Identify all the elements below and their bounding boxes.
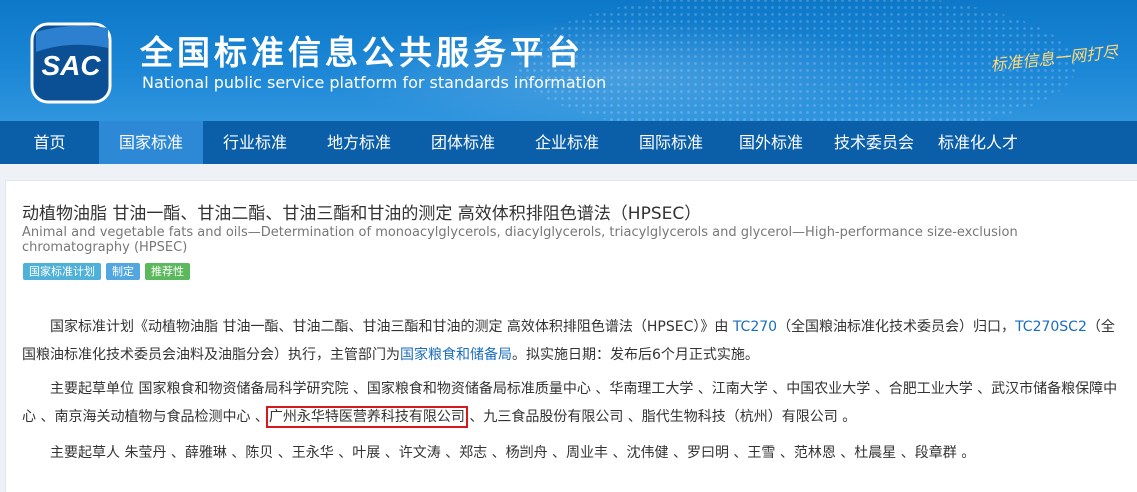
logo-text: SAC bbox=[41, 50, 101, 81]
nav-item-industry-standards[interactable]: 行业标准 bbox=[203, 121, 307, 164]
department-link[interactable]: 国家粮食和储备局 bbox=[400, 347, 512, 363]
standard-title: 动植物油脂 甘油一酯、甘油二酯、甘油三酯和甘油的测定 高效体积排阻色谱法（HPS… bbox=[22, 204, 702, 224]
nav-item-home[interactable]: 首页 bbox=[0, 121, 99, 164]
standard-detail-panel: 动植物油脂 甘油一酯、甘油二酯、甘油三酯和甘油的测定 高效体积排阻色谱法（HPS… bbox=[5, 180, 1137, 492]
nav-item-technical-committee[interactable]: 技术委员会 bbox=[819, 121, 929, 164]
nav-item-local-standards[interactable]: 地方标准 bbox=[307, 121, 411, 164]
tag-plan: 国家标准计划 bbox=[23, 263, 101, 280]
standard-title-en: Animal and vegetable fats and oils—Deter… bbox=[22, 225, 1018, 255]
drafters: 主要起草人 朱莹丹 、薛雅琳 、陈贝 、王永华 、叶展 、许文涛 、郑志 、杨剀… bbox=[22, 439, 1120, 467]
tc270sc2-link[interactable]: TC270SC2 bbox=[1015, 319, 1087, 335]
site-header: SAC 全国标准信息公共服务平台 National public service… bbox=[0, 0, 1137, 121]
nav-item-enterprise-standards[interactable]: 企业标准 bbox=[515, 121, 619, 164]
nav-item-national-standards[interactable]: 国家标准 bbox=[99, 121, 203, 164]
tag-recommended: 推荐性 bbox=[145, 263, 190, 280]
sac-logo[interactable]: SAC bbox=[30, 22, 112, 104]
drafting-units: 主要起草单位 国家粮食和物资储备局科学研究院 、国家粮食和物资储备局标准质量中心… bbox=[22, 375, 1120, 431]
plan-description: 国家标准计划《动植物油脂 甘油一酯、甘油二酯、甘油三酯和甘油的测定 高效体积排阻… bbox=[22, 313, 1120, 369]
main-nav: 首页 国家标准 行业标准 地方标准 团体标准 企业标准 国际标准 国外标准 技术… bbox=[0, 121, 1137, 164]
plan-text: 国家标准计划《动植物油脂 甘油一酯、甘油二酯、甘油三酯和甘油的测定 高效体积排阻… bbox=[50, 319, 733, 335]
drafting-units-rest: 、九三食品股份有限公司 、脂代生物科技（杭州）有限公司 。 bbox=[464, 409, 857, 425]
nav-item-international-standards[interactable]: 国际标准 bbox=[619, 121, 723, 164]
nav-item-group-standards[interactable]: 团体标准 bbox=[411, 121, 515, 164]
tc270-link[interactable]: TC270 bbox=[733, 319, 777, 335]
nav-item-talents[interactable]: 标准化人才 bbox=[929, 121, 1027, 164]
tag-formulate: 制定 bbox=[106, 263, 140, 280]
drafters-text: 主要起草人 朱莹丹 、薛雅琳 、陈贝 、王永华 、叶展 、许文涛 、郑志 、杨剀… bbox=[50, 445, 976, 461]
implementation-date: 。拟实施日期：发布后6个月正式实施。 bbox=[512, 347, 759, 363]
site-title: 全国标准信息公共服务平台 bbox=[140, 33, 584, 72]
tc270-name: （全国粮油标准化技术委员会）归口， bbox=[777, 319, 1016, 335]
nav-item-foreign-standards[interactable]: 国外标准 bbox=[723, 121, 819, 164]
site-subtitle: National public service platform for sta… bbox=[142, 73, 607, 92]
tag-group: 国家标准计划 制定 推荐性 bbox=[23, 263, 190, 280]
highlighted-drafting-unit: 广州永华特医营养科技有限公司 bbox=[265, 406, 468, 428]
